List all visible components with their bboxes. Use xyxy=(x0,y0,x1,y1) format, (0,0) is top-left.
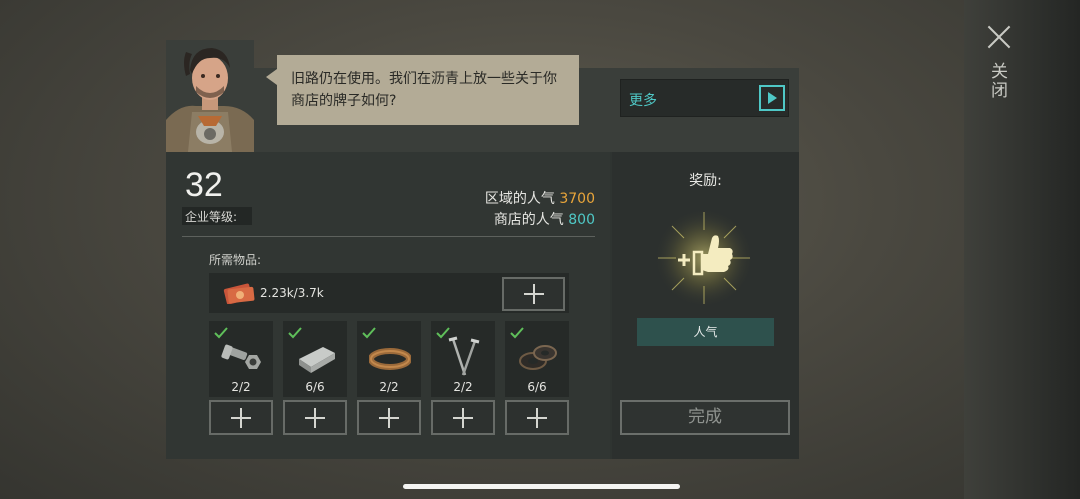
region-popularity-value: 3700 xyxy=(559,191,595,207)
nails-icon xyxy=(443,335,485,377)
plus-icon xyxy=(527,407,547,428)
character-portrait xyxy=(166,40,254,152)
item-card-nails: 2/2 xyxy=(431,321,495,397)
plus-icon xyxy=(453,407,473,428)
bolt-nut-icon xyxy=(221,335,263,377)
thumbs-up-plus-icon xyxy=(652,208,756,312)
money-requirement-row: 2.23k/3.7k xyxy=(209,273,569,313)
item-count: 2/2 xyxy=(231,380,251,394)
metal-ingot-icon xyxy=(295,335,337,377)
dialog-speech-bubble: 旧路仍在使用。我们在沥青上放一些关于你商店的牌子如何? xyxy=(266,55,579,125)
play-icon xyxy=(759,85,785,111)
home-indicator[interactable] xyxy=(403,484,680,489)
item-card-rubber-ring: 6/6 xyxy=(505,321,569,397)
item-card-bolt-nut: 2/2 xyxy=(209,321,273,397)
close-label[interactable]: 关闭 xyxy=(987,62,1010,100)
side-strip xyxy=(964,0,1080,499)
more-label: 更多 xyxy=(629,93,657,109)
add-item-button-5[interactable] xyxy=(505,400,569,435)
item-card-leather-strap: 2/2 xyxy=(357,321,421,397)
reward-type-badge: 人气 xyxy=(637,318,774,346)
plus-icon xyxy=(523,284,544,304)
add-item-button-3[interactable] xyxy=(357,400,421,435)
region-popularity-label: 区域的人气 xyxy=(484,191,555,207)
plus-icon xyxy=(305,407,325,428)
more-button[interactable]: 更多 xyxy=(620,79,789,117)
company-level: 32 xyxy=(185,166,223,204)
add-item-button-2[interactable] xyxy=(283,400,347,435)
reward-label: 奖励: xyxy=(689,173,722,189)
complete-button[interactable]: 完成 xyxy=(620,400,790,435)
item-count: 2/2 xyxy=(453,380,473,394)
item-count: 6/6 xyxy=(305,380,325,394)
item-count: 2/2 xyxy=(379,380,399,394)
shop-popularity-value: 800 xyxy=(568,212,595,228)
required-items-label: 所需物品: xyxy=(209,253,262,267)
plus-icon xyxy=(379,407,399,428)
rubber-ring-icon xyxy=(517,335,559,377)
shop-popularity-label: 商店的人气 xyxy=(493,212,564,228)
company-level-label: 企业等级: xyxy=(182,207,252,225)
money-progress: 2.23k/3.7k xyxy=(260,286,324,300)
region-popularity: 区域的人气 3700 xyxy=(485,188,595,208)
plus-icon xyxy=(231,407,251,428)
close-icon[interactable] xyxy=(985,24,1013,52)
money-icon xyxy=(223,282,255,305)
item-card-metal-ingot: 6/6 xyxy=(283,321,347,397)
shop-popularity: 商店的人气 800 xyxy=(494,209,595,229)
leather-strap-icon xyxy=(368,335,412,377)
item-count: 6/6 xyxy=(527,380,547,394)
divider xyxy=(182,236,595,237)
add-item-button-1[interactable] xyxy=(209,400,273,435)
add-money-button[interactable] xyxy=(502,277,565,311)
add-item-button-4[interactable] xyxy=(431,400,495,435)
